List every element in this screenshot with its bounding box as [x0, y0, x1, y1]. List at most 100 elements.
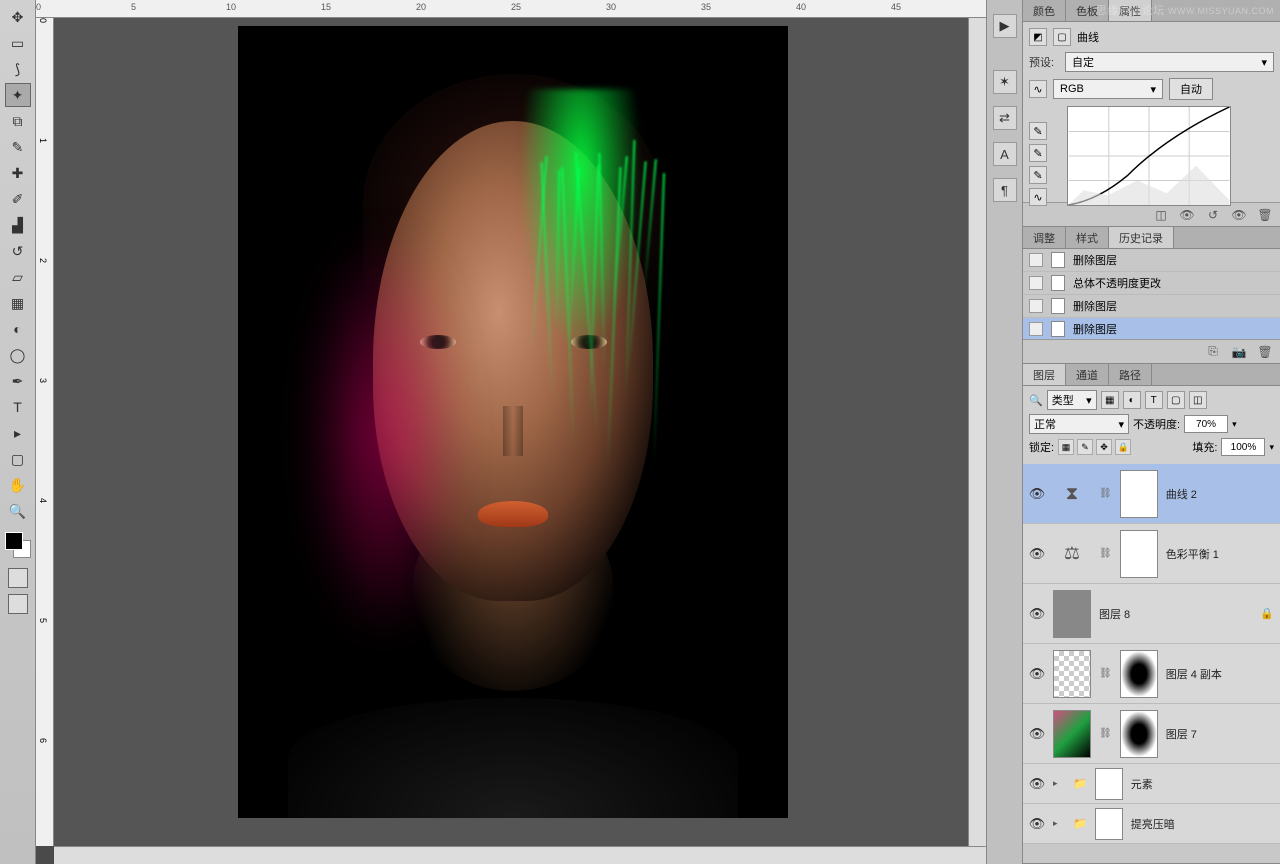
brush-tool[interactable]: ✐	[5, 187, 31, 211]
history-item[interactable]: 删除图层	[1023, 295, 1280, 318]
layer-name[interactable]: 图层 8	[1099, 606, 1252, 622]
screen-mode-toggle[interactable]	[8, 594, 28, 614]
brush-preset-icon[interactable]: ✶	[993, 70, 1017, 94]
shape-tool[interactable]: ▢	[5, 447, 31, 471]
layer-mask-thumb[interactable]	[1120, 710, 1158, 758]
canvas-scrollbar-h[interactable]	[54, 846, 986, 864]
group-toggle-icon[interactable]: ▸	[1053, 778, 1065, 789]
layer-mask-thumb[interactable]	[1120, 530, 1158, 578]
reset-icon[interactable]: ↺	[1204, 207, 1222, 223]
filter-type-icon[interactable]: T	[1145, 391, 1163, 409]
history-item[interactable]: 总体不透明度更改	[1023, 272, 1280, 295]
layer-row[interactable]: 👁⧗⛓曲线 2	[1023, 464, 1280, 524]
layer-thumb[interactable]	[1053, 710, 1091, 758]
channel-select[interactable]: RGB▾	[1053, 79, 1163, 99]
layer-row[interactable]: 👁图层 8🔒	[1023, 584, 1280, 644]
layer-row[interactable]: 👁▸📁提亮压暗	[1023, 804, 1280, 844]
blend-mode-select[interactable]: 正常▾	[1029, 414, 1129, 434]
eraser-tool[interactable]: ▱	[5, 265, 31, 289]
move-tool[interactable]: ✥	[5, 5, 31, 29]
tab-paths[interactable]: 路径	[1109, 364, 1152, 385]
history-item[interactable]: 删除图层	[1023, 249, 1280, 272]
path-select-tool[interactable]: ▸	[5, 421, 31, 445]
lock-trans-icon[interactable]: ▦	[1058, 439, 1074, 455]
view-prev-icon[interactable]: 👁	[1178, 207, 1196, 223]
snapshot-icon[interactable]: 📷	[1230, 344, 1248, 360]
eyedropper-black-icon[interactable]: ✎	[1029, 122, 1047, 140]
stamp-tool[interactable]: ▟	[5, 213, 31, 237]
layer-row[interactable]: 👁⛓图层 4 副本	[1023, 644, 1280, 704]
layer-visibility-icon[interactable]: 👁	[1029, 546, 1045, 562]
hand-tool[interactable]: ✋	[5, 473, 31, 497]
mask-icon[interactable]: ▢	[1053, 28, 1071, 46]
gradient-tool[interactable]: ▦	[5, 291, 31, 315]
lasso-tool[interactable]: ⟆	[5, 57, 31, 81]
layer-name[interactable]: 提亮压暗	[1131, 816, 1274, 832]
layer-name[interactable]: 曲线 2	[1166, 486, 1274, 502]
zoom-tool[interactable]: 🔍	[5, 499, 31, 523]
paragraph-icon[interactable]: ¶	[993, 178, 1017, 202]
clip-icon[interactable]: ◫	[1152, 207, 1170, 223]
filter-type-select[interactable]: 类型▾	[1047, 390, 1097, 410]
layer-thumb[interactable]	[1053, 650, 1091, 698]
layer-name[interactable]: 元素	[1131, 776, 1274, 792]
trash-icon[interactable]: 🗑	[1256, 207, 1274, 223]
layer-thumb[interactable]	[1053, 590, 1091, 638]
lock-all-icon[interactable]: 🔒	[1115, 439, 1131, 455]
filter-shape-icon[interactable]: ▢	[1167, 391, 1185, 409]
crop-tool[interactable]: ⧉	[5, 109, 31, 133]
tool-preset-icon[interactable]: ⇄	[993, 106, 1017, 130]
filter-pixel-icon[interactable]: ▦	[1101, 391, 1119, 409]
eyedropper-white-icon[interactable]: ✎	[1029, 166, 1047, 184]
healing-tool[interactable]: ✚	[5, 161, 31, 185]
tab-adjustments[interactable]: 调整	[1023, 227, 1066, 248]
layer-visibility-icon[interactable]: 👁	[1029, 666, 1045, 682]
layer-row[interactable]: 👁⛓图层 7	[1023, 704, 1280, 764]
layer-mask-thumb[interactable]	[1120, 650, 1158, 698]
layer-name[interactable]: 色彩平衡 1	[1166, 546, 1274, 562]
pen-tool[interactable]: ✒	[5, 369, 31, 393]
tab-color[interactable]: 颜色	[1023, 0, 1066, 21]
preset-select[interactable]: 自定▾	[1065, 52, 1274, 72]
quick-mask-toggle[interactable]	[8, 568, 28, 588]
eyedropper-gray-icon[interactable]: ✎	[1029, 144, 1047, 162]
auto-button[interactable]: 自动	[1169, 78, 1213, 100]
tab-history[interactable]: 历史记录	[1109, 227, 1174, 248]
eyedropper-tool[interactable]: ✎	[5, 135, 31, 159]
visibility-icon[interactable]: 👁	[1230, 207, 1248, 223]
lock-pixel-icon[interactable]: ✎	[1077, 439, 1093, 455]
color-swatches[interactable]	[5, 532, 31, 558]
layer-mask-thumb[interactable]	[1095, 768, 1123, 800]
filter-smart-icon[interactable]: ◫	[1189, 391, 1207, 409]
blur-tool[interactable]: ◐	[5, 317, 31, 341]
foreground-color[interactable]	[5, 532, 23, 550]
layer-mask-thumb[interactable]	[1120, 470, 1158, 518]
document-canvas[interactable]	[238, 26, 788, 818]
curve-point-icon[interactable]: ∿	[1029, 188, 1047, 206]
new-doc-from-state-icon[interactable]: ⎘	[1204, 344, 1222, 360]
opacity-input[interactable]: 70%	[1184, 415, 1228, 433]
marquee-tool[interactable]: ▭	[5, 31, 31, 55]
filter-adj-icon[interactable]: ◐	[1123, 391, 1141, 409]
layer-visibility-icon[interactable]: 👁	[1029, 606, 1045, 622]
dodge-tool[interactable]: ◯	[5, 343, 31, 367]
history-trash-icon[interactable]: 🗑	[1256, 344, 1274, 360]
layer-visibility-icon[interactable]: 👁	[1029, 776, 1045, 792]
tab-layers[interactable]: 图层	[1023, 364, 1066, 385]
lock-pos-icon[interactable]: ✥	[1096, 439, 1112, 455]
history-item[interactable]: 删除图层	[1023, 318, 1280, 339]
fill-input[interactable]: 100%	[1221, 438, 1265, 456]
canvas-scrollbar-v[interactable]	[968, 18, 986, 846]
layer-name[interactable]: 图层 4 副本	[1166, 666, 1274, 682]
layer-name[interactable]: 图层 7	[1166, 726, 1274, 742]
play-icon[interactable]: ▶	[993, 14, 1017, 38]
quick-select-tool[interactable]: ✦	[5, 83, 31, 107]
tab-styles[interactable]: 样式	[1066, 227, 1109, 248]
layer-visibility-icon[interactable]: 👁	[1029, 726, 1045, 742]
layer-visibility-icon[interactable]: 👁	[1029, 816, 1045, 832]
layer-mask-thumb[interactable]	[1095, 808, 1123, 840]
layer-row[interactable]: 👁⚖⛓色彩平衡 1	[1023, 524, 1280, 584]
group-toggle-icon[interactable]: ▸	[1053, 818, 1065, 829]
curves-graph[interactable]	[1067, 106, 1231, 206]
type-tool[interactable]: T	[5, 395, 31, 419]
